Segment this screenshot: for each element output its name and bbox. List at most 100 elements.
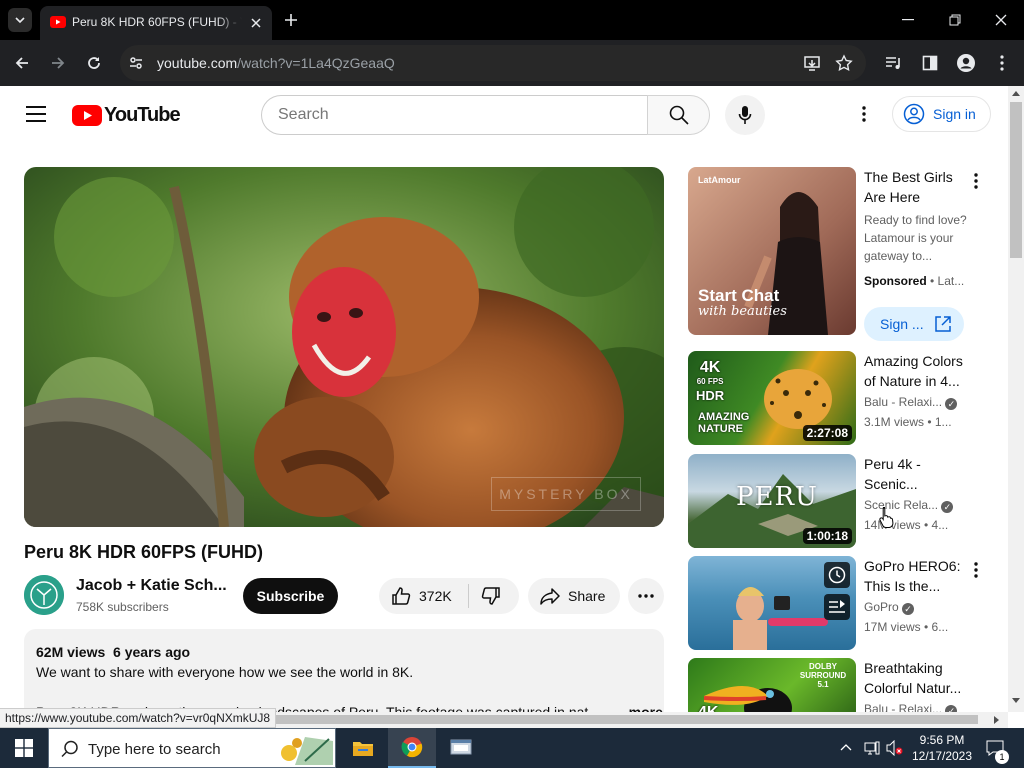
microphone-icon <box>738 106 752 124</box>
search-button[interactable] <box>647 95 710 135</box>
scroll-down-arrow-icon[interactable] <box>1012 698 1020 704</box>
dislike-button[interactable] <box>469 578 519 614</box>
chevron-down-icon <box>15 17 25 24</box>
video-3-title: GoPro HERO6: This Is the... <box>864 558 961 594</box>
scroll-up-arrow-icon[interactable] <box>1012 90 1020 96</box>
new-tab-icon[interactable] <box>284 13 298 27</box>
video-player[interactable]: MYSTERY BOX <box>24 167 664 527</box>
verified-icon: ✓ <box>945 398 958 410</box>
youtube-logo[interactable]: YouTube <box>72 104 181 127</box>
channel-avatar[interactable] <box>24 575 64 615</box>
taskbar-search-placeholder: Type here to search <box>88 741 221 758</box>
horizontal-scrollbar-thumb[interactable] <box>250 715 978 724</box>
settings-more-icon[interactable] <box>862 106 866 122</box>
arrow-right-icon <box>52 57 65 69</box>
video-4-thumbnail[interactable]: DOLBY SURROUND 5.1 4K <box>688 658 856 712</box>
more-vertical-icon <box>1000 55 1004 71</box>
search-input[interactable]: Search <box>261 95 648 135</box>
browser-tab[interactable]: Peru 8K HDR 60FPS (FUHD) - YouTube <box>40 6 272 40</box>
youtube-play-logo-icon <box>72 105 102 126</box>
sidebar-video-4[interactable]: DOLBY SURROUND 5.1 4K BreathtakingColorf… <box>688 658 988 712</box>
more-vertical-icon <box>974 562 978 578</box>
tab-search-button[interactable] <box>8 8 32 32</box>
start-button[interactable] <box>0 728 48 768</box>
profile-button[interactable] <box>954 51 978 75</box>
more-actions-button[interactable] <box>628 578 664 614</box>
view-count-and-date: 62M views 6 years ago <box>36 644 191 660</box>
system-clock[interactable]: 9:56 PM 12/17/2023 <box>906 732 978 764</box>
video-4-channel: Balu - Relaxi... ✓ <box>864 702 958 712</box>
video-1-overlay-text: AMAZING NATURE <box>698 411 750 435</box>
like-button[interactable]: 372K <box>379 578 468 614</box>
verified-icon: ✓ <box>902 603 915 615</box>
taskbar-search-box[interactable]: Type here to search <box>48 728 336 768</box>
external-link-icon <box>935 316 951 332</box>
chrome-menu-button[interactable] <box>990 51 1014 75</box>
scroll-right-arrow-icon[interactable] <box>994 716 1000 724</box>
add-to-queue-button[interactable] <box>824 594 850 620</box>
ad-brand: LatAmour <box>698 175 741 185</box>
notification-count-badge: 1 <box>995 750 1009 764</box>
chrome-logo-icon <box>401 737 423 758</box>
video-2-overlay-text: PERU <box>736 482 818 512</box>
notification-center-button[interactable]: 1 <box>980 728 1010 768</box>
vertical-scrollbar-thumb[interactable] <box>1010 102 1022 258</box>
sidebar-video-1[interactable]: 4K 60 FPS HDR AMAZING NATURE 2:27:08 Amaz… <box>688 351 988 447</box>
ad-thumbnail[interactable]: LatAmour Start Chat with beauties <box>688 167 856 335</box>
video-3-thumbnail[interactable] <box>688 556 856 650</box>
channel-name[interactable]: Jacob + Katie Sch... <box>76 577 227 595</box>
ad-menu-button[interactable] <box>968 171 984 191</box>
more-vertical-icon <box>974 173 978 189</box>
sidebar-video-3[interactable]: GoPro HERO6: This Is the... GoPro ✓ 17M v… <box>688 556 988 652</box>
video-3-meta: 17M views • 6... <box>864 620 949 634</box>
restore-icon[interactable] <box>949 14 961 26</box>
network-icon[interactable] <box>864 740 880 756</box>
ad-cta-label: Sign ... <box>880 316 924 332</box>
taskbar-app-window[interactable] <box>438 728 484 768</box>
video-3-menu-button[interactable] <box>968 560 984 580</box>
video-4-title: Breathtaking Colorful Natur... <box>864 660 962 696</box>
volume-muted-icon[interactable] <box>886 740 904 756</box>
ad-cta-button[interactable]: Sign ... <box>864 307 964 341</box>
site-info-icon[interactable] <box>128 55 144 71</box>
taskbar-chrome[interactable] <box>388 728 436 768</box>
sign-in-button[interactable]: Sign in <box>892 96 991 132</box>
browser-toolbar: youtube.com/watch?v=1La4QzGeaaQ <box>0 40 1024 86</box>
search-icon <box>669 105 689 125</box>
forward-button[interactable] <box>46 51 70 75</box>
share-label: Share <box>568 588 606 604</box>
video-2-title: Peru 4k - Scenic... <box>864 456 921 492</box>
share-button[interactable]: Share <box>528 578 620 614</box>
back-button[interactable] <box>10 51 34 75</box>
ad-description: Ready to find love? Latamour is your gatew… <box>864 213 967 263</box>
sign-in-label: Sign in <box>933 106 976 122</box>
taskbar-file-explorer[interactable] <box>340 728 386 768</box>
minimize-icon[interactable] <box>902 19 914 21</box>
video-frame-monkey <box>24 167 664 527</box>
tab-close-icon[interactable] <box>250 17 262 29</box>
video-1-thumbnail[interactable]: 4K 60 FPS HDR AMAZING NATURE 2:27:08 <box>688 351 856 445</box>
bookmark-star-icon[interactable] <box>835 54 853 72</box>
like-count: 372K <box>419 588 452 604</box>
description-box[interactable]: 62M views 6 years ago We want to share w… <box>24 629 664 712</box>
hamburger-menu-icon[interactable] <box>26 106 46 122</box>
voice-search-button[interactable] <box>725 95 765 135</box>
close-window-icon[interactable] <box>995 14 1007 26</box>
address-bar[interactable]: youtube.com/watch?v=1La4QzGeaaQ <box>120 45 866 81</box>
browser-tab-strip: Peru 8K HDR 60FPS (FUHD) - YouTube <box>0 0 1024 40</box>
sidebar-video-2[interactable]: PERU 1:00:18 Peru 4k - Scenic... Scenic R… <box>688 454 988 550</box>
reload-button[interactable] <box>82 51 106 75</box>
side-panel-button[interactable] <box>918 51 942 75</box>
subscribe-button[interactable]: Subscribe <box>243 578 338 614</box>
like-dislike-segment: 372K <box>379 578 519 614</box>
video-2-thumbnail[interactable]: PERU 1:00:18 <box>688 454 856 548</box>
chevron-up-icon[interactable] <box>840 743 852 751</box>
watch-later-button[interactable] <box>824 562 850 588</box>
search-highlight-image <box>281 737 333 765</box>
share-arrow-icon <box>540 588 560 605</box>
sidebar-ad[interactable]: LatAmour Start Chat with beauties The Be… <box>688 167 988 345</box>
install-app-icon[interactable] <box>803 54 821 72</box>
show-more-link[interactable]: ...more <box>617 704 663 712</box>
media-controls-button[interactable] <box>882 51 906 75</box>
video-3-channel: GoPro ✓ <box>864 600 915 615</box>
